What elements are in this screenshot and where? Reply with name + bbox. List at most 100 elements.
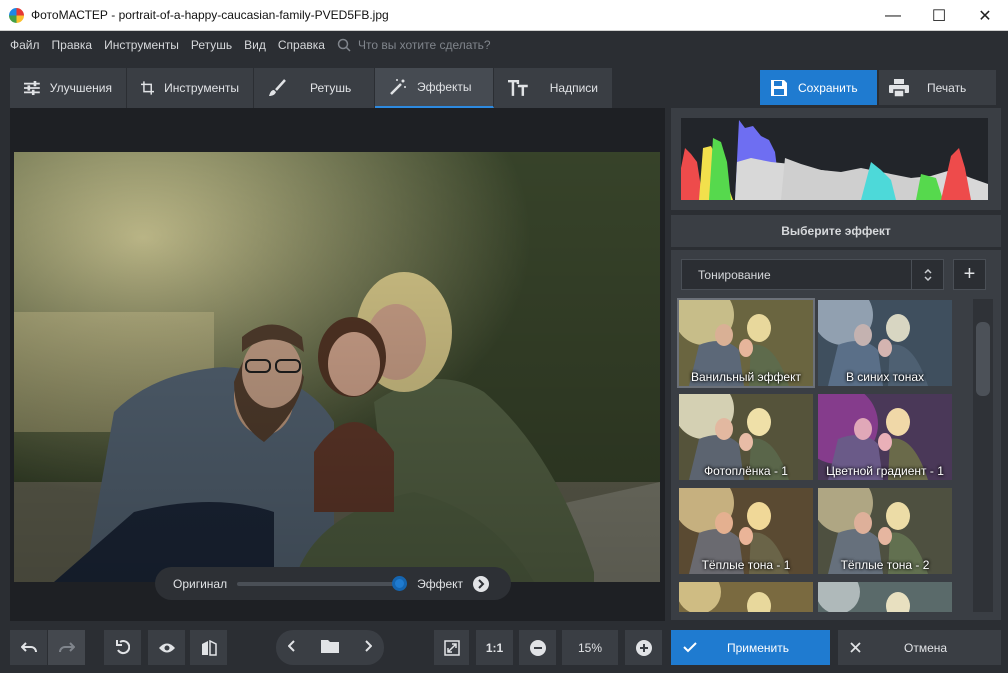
- tab-retouch-label: Ретушь: [310, 81, 352, 95]
- window-title: ФотоМАСТЕР - portrait-of-a-happy-caucasi…: [31, 8, 389, 22]
- menu-file[interactable]: Файл: [10, 38, 40, 52]
- plus-circle-icon: [635, 639, 652, 656]
- tab-effects[interactable]: Эффекты: [375, 68, 494, 108]
- next-file-button[interactable]: [364, 640, 373, 655]
- eye-icon: [158, 643, 175, 652]
- search-icon: [337, 38, 351, 52]
- compare-next-button[interactable]: [473, 575, 490, 592]
- effect-thumb-warm-1[interactable]: Тёплые тона - 1: [679, 488, 813, 574]
- compare-slider-bar: Оригинал Эффект: [155, 567, 511, 600]
- cancel-button[interactable]: Отмена: [838, 630, 1001, 665]
- effect-category-value: Тонирование: [698, 267, 771, 282]
- add-effect-button[interactable]: +: [953, 259, 986, 290]
- effect-thumb-label: Тёплые тона - 1: [701, 558, 791, 572]
- effect-thumb-image: [818, 582, 952, 612]
- chevron-right-icon: [478, 578, 485, 589]
- apply-label: Применить: [727, 640, 790, 655]
- effect-thumb-label: Ванильный эффект: [691, 370, 801, 384]
- undo-icon: [20, 641, 37, 652]
- redo-icon: [58, 641, 75, 652]
- effect-thumb-label: В синих тонах: [845, 370, 925, 384]
- compare-effect-label: Эффект: [417, 576, 464, 591]
- family-photo-image: [14, 152, 660, 582]
- menu-view[interactable]: Вид: [244, 38, 266, 52]
- open-folder-button[interactable]: [320, 639, 339, 656]
- effect-thumb-image: [679, 582, 813, 612]
- magic-wand-icon: [390, 79, 406, 95]
- tab-text-label: Надписи: [549, 81, 598, 95]
- menu-retouch[interactable]: Ретушь: [191, 38, 232, 52]
- minimize-button[interactable]: —: [870, 0, 916, 31]
- effects-header: Выберите эффект: [671, 215, 1001, 247]
- menu-bar: Файл Правка Инструменты Ретушь Вид Справ…: [0, 31, 1008, 59]
- dropdown-arrows-icon: [911, 260, 943, 289]
- split-compare-icon: [201, 639, 217, 656]
- fit-to-screen-button[interactable]: [434, 630, 469, 665]
- tab-tools-label: Инструменты: [164, 81, 239, 95]
- effect-thumb-label: Тёплые тона - 2: [840, 558, 930, 572]
- tab-enhance[interactable]: Улучшения: [10, 68, 127, 108]
- minus-circle-icon: [529, 639, 546, 656]
- checkmark-icon: [683, 642, 697, 653]
- previous-file-button[interactable]: [287, 640, 296, 655]
- tab-retouch[interactable]: Ретушь: [254, 68, 375, 108]
- app-logo-icon: [9, 8, 24, 23]
- zoom-in-button[interactable]: [625, 630, 662, 665]
- zoom-out-button[interactable]: [519, 630, 556, 665]
- main-tabs: Улучшения Инструменты Ретушь Эффекты Над…: [10, 68, 613, 108]
- effect-thumb-partial[interactable]: [679, 582, 813, 612]
- effect-thumb-partial[interactable]: [818, 582, 952, 612]
- compare-view-button[interactable]: [190, 630, 227, 665]
- menu-search[interactable]: Что вы хотите сделать?: [337, 38, 491, 52]
- menu-edit[interactable]: Правка: [52, 38, 93, 52]
- title-bar: ФотоМАСТЕР - portrait-of-a-happy-caucasi…: [0, 0, 1008, 31]
- printer-icon: [889, 78, 909, 97]
- brush-icon: [269, 79, 286, 96]
- floppy-disk-icon: [771, 79, 787, 96]
- actual-size-button[interactable]: 1:1: [476, 630, 513, 665]
- preview-toggle-button[interactable]: [148, 630, 185, 665]
- menu-help[interactable]: Справка: [278, 38, 325, 52]
- crop-icon: [141, 81, 155, 95]
- tab-text[interactable]: Надписи: [494, 68, 613, 108]
- tab-enhance-label: Улучшения: [49, 81, 112, 95]
- print-button[interactable]: Печать: [879, 70, 996, 105]
- chevron-right-icon: [364, 640, 373, 652]
- menu-tools[interactable]: Инструменты: [104, 38, 179, 52]
- apply-button[interactable]: Применить: [671, 630, 830, 665]
- compare-original-label: Оригинал: [173, 576, 228, 591]
- cancel-label: Отмена: [904, 640, 948, 655]
- histogram: [681, 118, 988, 200]
- effect-thumb-film[interactable]: Фотоплёнка - 1: [679, 394, 813, 480]
- tab-effects-label: Эффекты: [417, 80, 472, 94]
- close-button[interactable]: ✕: [962, 0, 1008, 31]
- tab-tools[interactable]: Инструменты: [127, 68, 254, 108]
- folder-icon: [320, 640, 339, 653]
- save-button[interactable]: Сохранить: [760, 70, 877, 105]
- rotate-button[interactable]: [104, 630, 141, 665]
- maximize-button[interactable]: ☐: [916, 0, 962, 31]
- effect-thumb-blue[interactable]: В синих тонах: [818, 300, 952, 386]
- effect-thumb-vanilla[interactable]: Ванильный эффект: [677, 298, 815, 388]
- compare-slider-track[interactable]: [237, 575, 408, 591]
- effect-category-dropdown[interactable]: Тонирование: [681, 259, 944, 290]
- undo-button[interactable]: [10, 630, 47, 665]
- compare-slider-handle[interactable]: [392, 575, 408, 591]
- effect-thumb-label: Цветной градиент - 1: [826, 464, 944, 478]
- effect-thumb-warm-2[interactable]: Тёплые тона - 2: [818, 488, 952, 574]
- effect-thumb-gradient[interactable]: Цветной градиент - 1: [818, 394, 952, 480]
- text-icon: [508, 80, 528, 96]
- file-navigation-group: [276, 630, 384, 665]
- sliders-icon: [24, 80, 40, 96]
- zoom-level-field[interactable]: 15%: [562, 630, 618, 665]
- photo-preview[interactable]: [14, 152, 660, 582]
- chevron-left-icon: [287, 640, 296, 652]
- plus-icon: +: [963, 263, 976, 285]
- fit-screen-icon: [443, 639, 460, 656]
- effect-thumb-label: Фотоплёнка - 1: [704, 464, 788, 478]
- search-placeholder: Что вы хотите сделать?: [357, 38, 491, 52]
- effects-scrollbar-thumb[interactable]: [976, 322, 990, 396]
- close-x-icon: [850, 642, 861, 653]
- rotate-icon: [115, 639, 130, 654]
- redo-button[interactable]: [48, 630, 85, 665]
